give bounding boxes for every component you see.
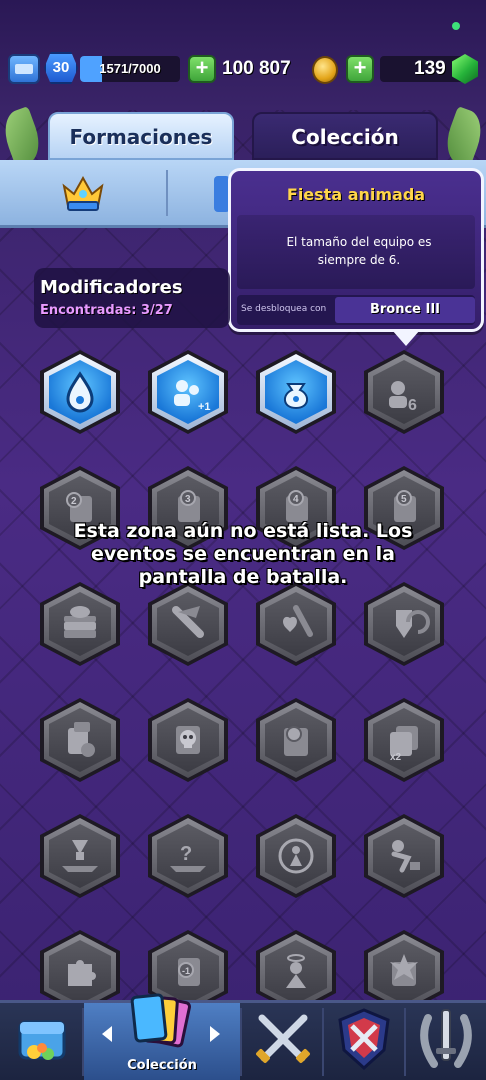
svg-text:2: 2: [71, 496, 77, 507]
modifier-slot[interactable]: +1: [148, 350, 228, 434]
nav-left-arrow-icon[interactable]: [102, 1026, 112, 1042]
team-plus-one-icon: +1: [174, 380, 211, 413]
money-bag-icon: [284, 383, 308, 410]
modifier-slot[interactable]: [148, 582, 228, 666]
nav-right-arrow-icon[interactable]: [210, 1026, 220, 1042]
gold-coin-icon: [312, 56, 338, 84]
modifier-slot[interactable]: [256, 582, 336, 666]
modifier-slot[interactable]: [148, 698, 228, 782]
heart-sword-icon: [283, 605, 313, 637]
clan-shield-icon[interactable]: [334, 1006, 394, 1072]
crown-icon[interactable]: [60, 172, 106, 214]
skull-card-icon: [176, 726, 200, 754]
add-gems-button[interactable]: +: [346, 55, 374, 83]
modifier-slot[interactable]: [256, 350, 336, 434]
modifier-slot[interactable]: [40, 350, 120, 434]
svg-text:+1: +1: [198, 401, 211, 413]
crown-level-icon[interactable]: [8, 54, 40, 84]
tooltip-unlock-label: Se desbloquea con: [241, 304, 327, 314]
level-badge[interactable]: 30: [44, 52, 78, 84]
modifier-slot[interactable]: [364, 814, 444, 898]
down-arrow-platform-icon: [62, 840, 98, 872]
tooltip-desc-line1: El tamaño del equipo es: [286, 235, 432, 249]
tab-coleccion[interactable]: Colección: [252, 112, 438, 160]
tooltip-arrow-icon: [392, 330, 420, 346]
crossed-swords-icon[interactable]: [252, 1008, 314, 1070]
zone-not-ready-banner: Esta zona aún no está lista. Los eventos…: [30, 520, 456, 589]
modifier-tooltip: Fiesta animada El tamaño del equipo es s…: [228, 168, 484, 332]
laurel-sword-icon[interactable]: [414, 1004, 478, 1074]
cards-collection-icon[interactable]: [126, 990, 196, 1056]
banner-line1: Esta zona aún no está lista. Los: [73, 520, 413, 542]
modifier-slot[interactable]: x2: [364, 698, 444, 782]
tooltip-rank: Bronce III: [335, 297, 475, 323]
elixir-drop-icon: [66, 371, 94, 413]
modifier-slot[interactable]: [364, 582, 444, 666]
modifiers-found: Encontradas: 3/27: [40, 303, 173, 318]
svg-text:3: 3: [185, 494, 191, 505]
modifier-slot[interactable]: [256, 698, 336, 782]
xp-bar[interactable]: 1571/7000: [80, 56, 180, 82]
svg-text:4: 4: [293, 494, 299, 505]
status-dot-icon: [452, 22, 460, 30]
question-platform-icon: ?: [170, 843, 206, 872]
sword-wing-icon: [172, 606, 204, 638]
shield-return-icon: [396, 610, 430, 638]
nav-divider: [404, 1008, 406, 1076]
gem-amount: 139: [414, 58, 446, 79]
target-figure-icon: [278, 838, 314, 874]
tab-formaciones[interactable]: Formaciones: [48, 112, 234, 160]
card-gear-icon: [68, 722, 95, 757]
modifier-slot[interactable]: [256, 814, 336, 898]
banner-line2: eventos se encuentran en la: [91, 543, 395, 565]
svg-text:?: ?: [180, 843, 192, 865]
king-kick-icon: [391, 840, 420, 873]
add-gold-button[interactable]: +: [188, 55, 216, 83]
tooltip-title: Fiesta animada: [286, 185, 426, 204]
modifier-slot[interactable]: [40, 814, 120, 898]
team-six-icon: 6: [389, 381, 417, 414]
svg-text:x2: x2: [390, 752, 402, 763]
banner-line3: pantalla de batalla.: [138, 566, 348, 588]
subtab-divider: [166, 170, 168, 216]
double-card-icon: x2: [390, 726, 418, 763]
modifier-slot[interactable]: [40, 582, 120, 666]
stacked-cards-icon: [64, 606, 96, 638]
top-status-bar: [0, 0, 486, 110]
svg-text:6: 6: [408, 397, 417, 414]
nav-divider: [322, 1008, 324, 1076]
xp-text: 1571/7000: [99, 61, 161, 76]
coin-card-icon: [284, 726, 308, 756]
svg-text:5: 5: [401, 494, 407, 505]
nav-divider: [240, 1008, 242, 1076]
modifiers-title: Modificadores: [40, 277, 183, 298]
modifier-slot[interactable]: [40, 698, 120, 782]
modifier-slot[interactable]: 6: [364, 350, 444, 434]
modifier-slot[interactable]: ?: [148, 814, 228, 898]
gold-amount: 100 807: [222, 58, 291, 79]
svg-text:-1: -1: [182, 966, 190, 976]
tooltip-desc-line2: siempre de 6.: [317, 253, 401, 267]
chest-shop-icon[interactable]: [12, 1008, 72, 1072]
nav-label-coleccion[interactable]: Colección: [84, 1058, 240, 1073]
